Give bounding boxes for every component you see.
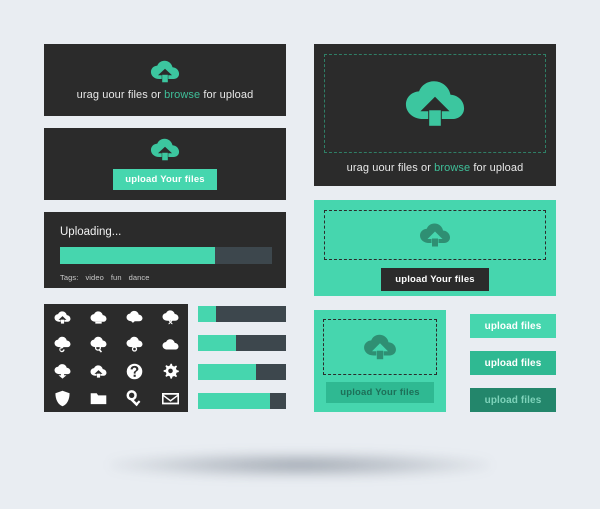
- tag-item[interactable]: video: [85, 273, 103, 282]
- drop-target-area[interactable]: [323, 319, 437, 375]
- cloud-icon-set: [44, 304, 188, 412]
- cloud-download-icon[interactable]: [54, 363, 71, 380]
- cloud-check-icon[interactable]: [126, 309, 143, 326]
- upload-your-files-button[interactable]: upload Your files: [381, 268, 489, 291]
- dropzone-teal-small-card[interactable]: upload Your files: [314, 310, 446, 412]
- cloud-search-icon[interactable]: [90, 336, 107, 353]
- dropzone-teal-large-card[interactable]: upload Your files: [314, 200, 556, 296]
- envelope-icon[interactable]: [161, 390, 179, 407]
- drag-caption-pre: urag uour files or: [76, 88, 165, 101]
- key-icon[interactable]: [126, 390, 143, 407]
- gear-icon[interactable]: [162, 363, 179, 380]
- tag-item[interactable]: fun: [111, 273, 122, 282]
- upload-files-button-hover[interactable]: upload files: [470, 351, 556, 375]
- cloud-upload-icon: [419, 223, 451, 247]
- cloud-upload-icon: [404, 80, 466, 127]
- upload-files-button-pressed[interactable]: upload files: [470, 388, 556, 412]
- progress-bar[interactable]: [198, 335, 286, 351]
- drag-caption: urag uour files or browse for upload: [324, 162, 546, 174]
- cloud-minus-icon[interactable]: [90, 309, 107, 326]
- upload-files-button-stack: upload files upload files upload files: [470, 314, 556, 412]
- drop-target-area[interactable]: [324, 54, 546, 153]
- progress-bar[interactable]: [198, 306, 286, 322]
- cloud-upload-icon: [150, 138, 180, 161]
- upload-your-files-button[interactable]: upload Your files: [113, 169, 217, 190]
- drag-caption-post: for upload: [470, 162, 524, 174]
- cloud-close-icon[interactable]: [162, 309, 179, 326]
- cloud-lock-icon[interactable]: [126, 336, 143, 353]
- cloud-upload-icon: [150, 60, 180, 83]
- drag-and-drop-dark-card[interactable]: urag uour files or browse for upload: [44, 44, 286, 116]
- uploading-title: Uploading...: [60, 226, 122, 238]
- drop-target-area[interactable]: [324, 210, 546, 260]
- browse-link[interactable]: browse: [164, 89, 200, 101]
- uploading-progress-card: Uploading... Tags: video fun dance: [44, 212, 286, 288]
- progress-bar-stack: [198, 304, 286, 412]
- upload-progress-bar: [60, 247, 272, 264]
- upload-progress-fill: [60, 247, 215, 264]
- ui-kit-stage: urag uour files or browse for upload upl…: [0, 0, 600, 509]
- dropzone-dark-large-card[interactable]: urag uour files or browse for upload: [314, 44, 556, 186]
- cloud-arrow-up-icon[interactable]: [90, 363, 107, 380]
- drag-caption-post: for upload: [200, 88, 254, 101]
- upload-your-files-button[interactable]: upload Your files: [326, 382, 434, 403]
- cloud-upload-icon: [363, 334, 397, 360]
- question-mark-icon[interactable]: [126, 363, 143, 380]
- upload-button-dark-card: upload Your files: [44, 128, 286, 200]
- tag-item[interactable]: dance: [129, 273, 150, 282]
- cloud-upload-icon[interactable]: [54, 309, 71, 326]
- progress-bar[interactable]: [198, 364, 286, 380]
- cloud-icon[interactable]: [162, 336, 179, 353]
- drag-caption-pre: urag uour files or: [346, 162, 435, 174]
- folder-icon[interactable]: [90, 390, 107, 407]
- cloud-refresh-icon[interactable]: [54, 336, 71, 353]
- shield-icon[interactable]: [54, 390, 71, 407]
- tags-row: Tags: video fun dance: [60, 273, 272, 282]
- drag-caption: urag uour files or browse for upload: [77, 89, 254, 101]
- upload-files-button-default[interactable]: upload files: [470, 314, 556, 338]
- browse-link[interactable]: browse: [434, 162, 470, 174]
- progress-bar[interactable]: [198, 393, 286, 409]
- tags-label: Tags:: [60, 273, 79, 282]
